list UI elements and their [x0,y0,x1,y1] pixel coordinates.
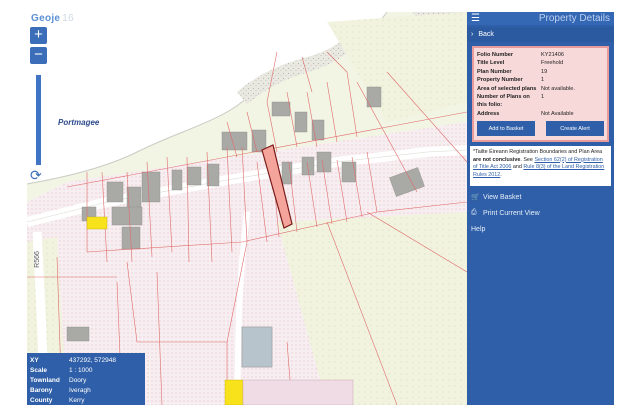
create-alert-button[interactable]: Create Alert [546,121,604,137]
detail-row-plans-count: Number of Plans on this folio: 1 [477,93,604,110]
app-logo: Geoje 16 [31,13,74,24]
info-row-county: County Kerry [30,395,142,405]
detail-value: Freehold [541,60,564,67]
detail-row-folio: Folio Number KY21406 [477,51,604,59]
back-label: Back [478,31,494,38]
note-bold: are not conclusive [473,156,521,163]
panel-header: ☰ Property Details [467,12,614,25]
info-key: Scale [30,366,47,374]
zoom-in-button[interactable]: + [30,27,47,44]
detail-key: Area of selected plans [477,85,537,92]
info-key: County [30,396,53,404]
info-value: Kerry [69,396,85,404]
property-details-card: Folio Number KY21406 Title Level Freehold … [472,46,609,142]
chevron-right-icon: › [471,31,474,38]
detail-value: Not Available [541,110,574,117]
info-row-scale: Scale 1 : 1000 [30,365,142,375]
app-root: Geoje 16 + − ⟳ Portmagee R566 XY 437292, 5… [0,0,640,420]
add-to-basket-button[interactable]: Add to Basket [477,121,535,137]
detail-row-area: Area of selected plans Not available. [477,85,604,93]
info-key: Barony [30,386,53,394]
print-view-label: Print Current View [483,209,540,217]
map-view[interactable]: Geoje 16 + − ⟳ Portmagee R566 [27,12,467,405]
logo-suffix: 16 [62,13,75,24]
road-label-r566: R566 [33,251,41,268]
zoom-out-button[interactable]: − [30,47,47,64]
detail-value: 19 [541,68,548,75]
back-link[interactable]: › Back [467,27,614,42]
info-key: XY [30,356,39,364]
info-key: Townland [30,376,60,384]
help-link[interactable]: Help [467,221,614,237]
view-basket-label: View Basket [483,193,522,201]
info-value: 1 : 1000 [69,366,93,374]
info-value: 437292, 572948 [69,356,116,364]
detail-value: 1 [541,94,545,101]
detail-key: Property Number [477,77,523,84]
info-row-barony: Barony Iveragh [30,385,142,395]
detail-row-property-number: Property Number 1 [477,76,604,84]
detail-key: Folio Number [477,52,514,58]
hamburger-menu-icon[interactable]: ☰ [471,13,485,24]
disclaimer-note: *Tailte Éireann Registration Boundaries … [470,146,611,186]
detail-value: 1 [541,77,545,84]
view-basket-link[interactable]: 🛒 View Basket [467,189,614,205]
map-info-box: XY 437292, 572948 Scale 1 : 1000 Townland D… [27,353,145,405]
detail-value: Not available. [541,85,575,92]
printer-icon: ⎙ [471,209,477,216]
refresh-icon[interactable]: ⟳ [30,168,44,182]
card-actions: Add to Basket Create Alert [477,121,604,137]
note-end: . [500,171,502,178]
help-label: Help [471,225,486,233]
note-see: . See [520,156,533,163]
detail-row-plan-number: Plan Number 19 [477,68,604,76]
map-canvas[interactable] [27,12,467,405]
detail-key: Address [477,110,500,117]
info-row-townland: Townland Doory [30,375,142,385]
note-and: and [512,164,522,171]
detail-key: Plan Number [477,68,512,75]
print-view-link[interactable]: ⎙ Print Current View [467,205,614,221]
info-row-xy: XY 437292, 572948 [30,355,142,365]
detail-value: KY21406 [541,52,565,58]
detail-row-address: Address Not Available [477,110,604,118]
info-value: Iveragh [69,386,91,394]
basket-icon: 🛒 [471,194,480,201]
note-text: *Tailte Éireann Registration Boundaries … [473,149,603,155]
property-panel: ☰ Property Details › Back Folio Number KY… [467,12,614,405]
detail-key: Title Level [477,60,505,67]
zoom-slider[interactable] [36,75,41,165]
place-label-portmagee: Portmagee [58,118,100,127]
panel-title: Property Details [538,13,610,24]
info-value: Doory [69,376,87,384]
logo-text: Geoje [31,13,61,24]
detail-key: Number of Plans on this folio: [477,94,530,109]
detail-row-title-level: Title Level Freehold [477,59,604,67]
